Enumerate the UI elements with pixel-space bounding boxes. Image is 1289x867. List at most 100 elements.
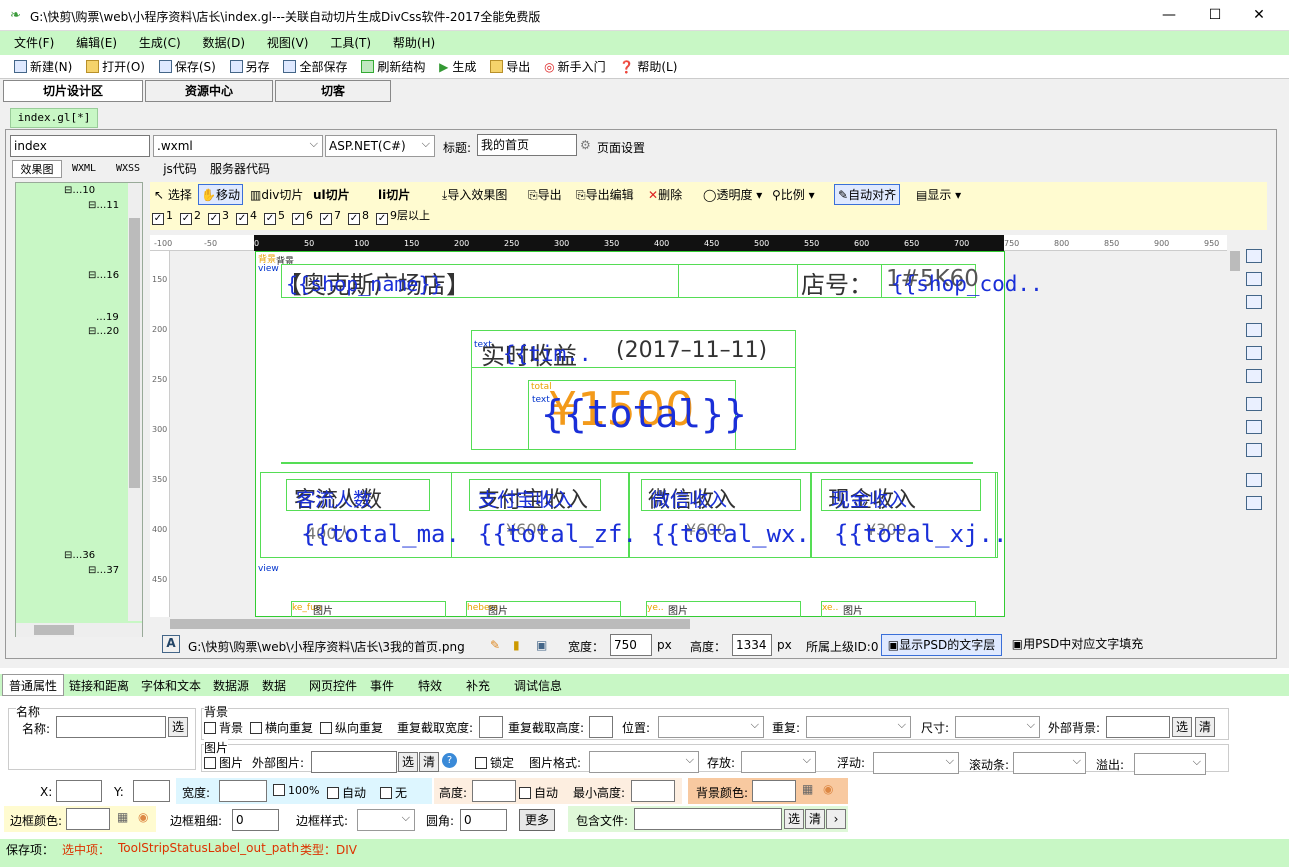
page-settings-button[interactable]: 页面设置 <box>597 139 645 156</box>
distribute-h-icon[interactable] <box>1246 496 1262 510</box>
align-top-icon[interactable] <box>1246 323 1262 337</box>
width-none-checkbox[interactable]: 无 <box>380 784 407 801</box>
outer-bg-clear-button[interactable]: 清 <box>1195 717 1215 737</box>
x-input[interactable] <box>56 780 102 802</box>
new-button[interactable]: 新建(N) <box>14 55 72 79</box>
tree-node[interactable]: ⊟…10 <box>64 185 95 196</box>
save-psd-icon[interactable]: ▣ <box>536 638 547 652</box>
title-input[interactable]: 我的首页 <box>477 134 577 156</box>
tree-hscrollbar[interactable] <box>16 623 142 637</box>
repeat-height-input[interactable] <box>589 716 613 738</box>
menu-help[interactable]: 帮助(H) <box>393 31 435 55</box>
repeat-width-input[interactable] <box>479 716 503 738</box>
repeat-select[interactable] <box>806 715 911 738</box>
generate-button[interactable]: ▶ 生成 <box>439 55 476 79</box>
import-effect-tool[interactable]: ⤓导入效果图 <box>442 186 507 203</box>
close-button[interactable]: ✕ <box>1236 0 1282 31</box>
min-height-input[interactable] <box>631 780 675 802</box>
auto-align-tool[interactable]: ✎自动对齐 <box>834 184 901 205</box>
save-as-button[interactable]: 另存 <box>229 55 270 79</box>
tab-effects[interactable]: 特效 <box>418 677 442 694</box>
canvas-hscrollbar[interactable] <box>150 617 1242 631</box>
save-button[interactable]: 保存(S) <box>158 55 216 79</box>
tab-link-distance[interactable]: 链接和距离 <box>69 677 129 694</box>
height-prop-input[interactable] <box>472 780 516 802</box>
tree-node[interactable]: …19 <box>96 312 119 323</box>
border-wheel-icon[interactable]: ◉ <box>138 810 148 824</box>
outer-bg-input[interactable] <box>1106 716 1170 738</box>
tree-node[interactable]: ⊟…16 <box>88 270 119 281</box>
show-psd-text-button[interactable]: ▣显示PSD的文字层 <box>881 634 1002 656</box>
folder-open-icon[interactable]: ▮ <box>513 638 520 652</box>
tab-cutter[interactable]: 切客 <box>275 80 391 102</box>
same-height-icon[interactable] <box>1246 420 1262 434</box>
edit-icon[interactable]: ✎ <box>490 638 500 652</box>
design-canvas[interactable]: 背景 背景 view 【奥克斯广场店】 {{shop_name}} 店号： 1#… <box>170 251 1227 617</box>
distribute-v-icon[interactable] <box>1246 473 1262 487</box>
same-size-icon[interactable] <box>1246 443 1262 457</box>
div-slice-tool[interactable]: ▥div切片 <box>250 186 303 203</box>
menu-tools[interactable]: 工具(T) <box>330 31 371 55</box>
li-slice-tool[interactable]: li切片 <box>378 186 410 203</box>
repeat-x-checkbox[interactable]: 横向重复 <box>250 719 313 736</box>
opacity-tool[interactable]: ◯透明度 ▾ <box>703 186 762 203</box>
export-button[interactable]: 导出 <box>490 55 530 79</box>
tab-js[interactable]: js代码 <box>155 160 205 178</box>
include-clear-button[interactable]: 清 <box>805 809 825 829</box>
maximize-button[interactable]: ☐ <box>1192 0 1238 31</box>
menu-file[interactable]: 文件(F) <box>14 31 54 55</box>
beginner-button[interactable]: ◎ 新手入门 <box>544 55 606 79</box>
name-select-button[interactable]: 选 <box>168 717 188 737</box>
tab-font-text[interactable]: 字体和文本 <box>141 677 201 694</box>
file-tab[interactable]: index.gl[*] <box>10 108 98 128</box>
include-input[interactable] <box>634 808 782 830</box>
align-bottom-icon[interactable] <box>1246 369 1262 383</box>
refresh-structure-button[interactable]: 刷新结构 <box>361 55 425 79</box>
width-input[interactable]: 750 <box>610 634 652 656</box>
float-select[interactable] <box>873 751 959 774</box>
tab-data[interactable]: 数据 <box>262 677 286 694</box>
tree-node[interactable]: ⊟…36 <box>64 550 95 561</box>
tree-node[interactable]: ⊟…37 <box>88 565 119 576</box>
header-cell-box[interactable] <box>678 264 798 298</box>
help-circle-icon[interactable]: ? <box>442 753 457 768</box>
ul-slice-tool[interactable]: ul切片 <box>313 186 350 203</box>
width-auto-checkbox[interactable]: 自动 <box>327 784 366 801</box>
save-all-button[interactable]: 全部保存 <box>283 55 347 79</box>
border-color-input[interactable] <box>66 808 110 830</box>
tab-debug[interactable]: 调试信息 <box>514 677 562 694</box>
tree-node[interactable]: ⊟…11 <box>88 200 119 211</box>
fill-psd-text-button[interactable]: ▣用PSD中对应文字填充 <box>1005 634 1150 656</box>
tab-server-code[interactable]: 服务器代码 <box>205 160 275 178</box>
tab-wxss[interactable]: WXSS <box>106 160 150 178</box>
width-100-checkbox[interactable]: 100% <box>273 784 319 797</box>
same-width-icon[interactable] <box>1246 397 1262 411</box>
format-select[interactable]: .wxml <box>153 134 323 157</box>
tab-slice-design[interactable]: 切片设计区 <box>3 80 143 102</box>
open-button[interactable]: 打开(O) <box>86 55 145 79</box>
minimize-button[interactable]: — <box>1146 0 1192 31</box>
position-select[interactable] <box>658 715 764 738</box>
tree-scrollbar[interactable] <box>128 183 142 621</box>
more-button[interactable]: 更多 <box>519 809 555 831</box>
tab-events[interactable]: 事件 <box>370 677 394 694</box>
align-left-icon[interactable] <box>1246 249 1262 263</box>
store-select[interactable] <box>741 750 816 773</box>
include-next-button[interactable]: › <box>826 809 846 829</box>
tab-resource-center[interactable]: 资源中心 <box>145 80 273 102</box>
move-tool[interactable]: ✋移动 <box>198 184 243 205</box>
tab-effect[interactable]: 效果图 <box>12 160 62 178</box>
select-tool[interactable]: ↖ 选择 <box>154 186 192 203</box>
border-style-select[interactable] <box>357 808 415 831</box>
include-select-button[interactable]: 选 <box>784 809 804 829</box>
menu-generate[interactable]: 生成(C) <box>139 31 181 55</box>
layer-checkboxes[interactable]: ✓ 1 ✓ 2 ✓ 3 ✓ 4 ✓ 5 ✓ 6 ✓ 7 ✓ 8 ✓ 9层以上 <box>152 207 430 225</box>
canvas-vscrollbar[interactable] <box>1227 235 1242 617</box>
menu-edit[interactable]: 编辑(E) <box>76 31 117 55</box>
language-select[interactable]: ASP.NET(C#) <box>325 134 435 157</box>
name-input[interactable] <box>56 716 166 738</box>
border-palette-icon[interactable]: ▦ <box>117 810 128 824</box>
overflow-select[interactable] <box>1134 752 1206 775</box>
scroll-select[interactable] <box>1013 751 1086 774</box>
outer-img-select-button[interactable]: 选 <box>398 752 418 772</box>
